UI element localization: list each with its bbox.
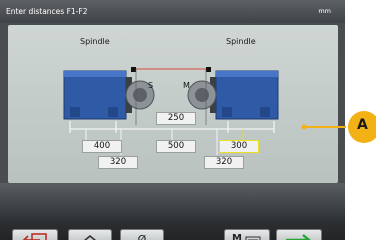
measure-button[interactable]: M	[224, 229, 270, 240]
bottom-toolbar: Ø M	[0, 183, 345, 240]
unit-label: mm	[318, 7, 331, 15]
exit-arrow-icon	[22, 233, 47, 240]
machine-screen: Enter distances F1-F2 mm Spindle Spindle	[0, 0, 345, 240]
double-chevron-up-icon	[83, 234, 97, 240]
left-spindle-icon	[63, 67, 155, 120]
diameter-label: Ø	[137, 233, 147, 240]
marker-s: S	[148, 81, 154, 90]
exit-button[interactable]	[12, 229, 58, 240]
measure-icon	[245, 236, 261, 240]
title-bar: Enter distances F1-F2 mm	[0, 0, 345, 23]
diameter-button[interactable]: Ø	[120, 229, 164, 240]
confirm-button[interactable]	[276, 229, 322, 240]
scroll-up-button[interactable]	[68, 229, 112, 240]
right-lower-field[interactable]: 320	[204, 156, 244, 169]
left-upper-field[interactable]: 400	[82, 140, 122, 153]
left-lower-field[interactable]: 320	[98, 156, 138, 169]
marker-m: M	[183, 81, 190, 90]
screen-title: Enter distances F1-F2	[6, 7, 88, 16]
right-upper-field[interactable]: 300	[219, 140, 259, 153]
top-center-field[interactable]: 250	[156, 112, 196, 125]
green-arrow-right-icon	[286, 234, 311, 240]
spindle-diagram	[63, 67, 279, 155]
distance-panel: Spindle Spindle S M 250 400 320 500 300 …	[8, 25, 338, 183]
callout-label-a: A	[357, 117, 368, 133]
right-spindle-icon	[187, 67, 279, 120]
center-upper-field[interactable]: 500	[156, 140, 196, 153]
